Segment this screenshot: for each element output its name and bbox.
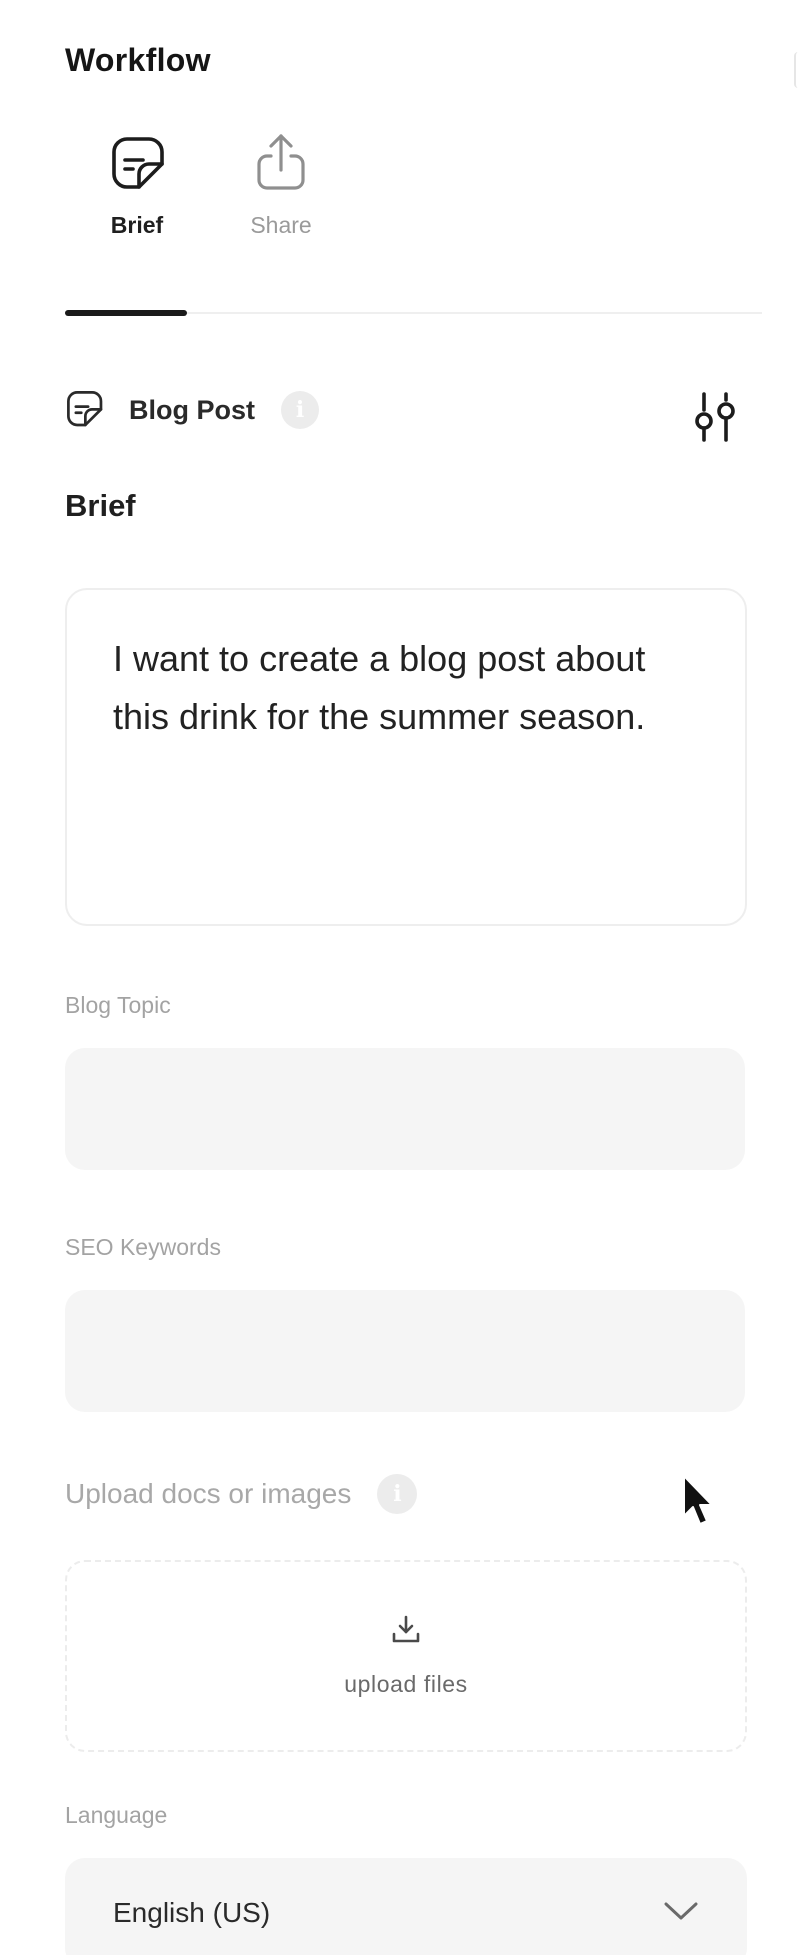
brief-textarea[interactable]: I want to create a blog post about this … [65, 588, 747, 926]
upload-dropzone[interactable]: upload files [65, 1560, 747, 1752]
panel-edge-handle [794, 52, 800, 88]
blog-topic-label: Blog Topic [65, 992, 171, 1018]
upload-files-button-label: upload files [344, 1671, 468, 1697]
brief-heading: Brief [65, 488, 136, 523]
info-icon[interactable]: i [281, 391, 319, 429]
sliders-icon[interactable] [690, 392, 740, 444]
tab-brief-label: Brief [110, 212, 164, 238]
language-label: Language [65, 1802, 168, 1828]
workflow-panel: Workflow Brief Share Blog Post i Brief I… [0, 0, 800, 1955]
upload-section-label: Upload docs or images [65, 1478, 352, 1509]
document-icon [107, 132, 167, 192]
workflow-tabs: Brief Share [65, 132, 353, 239]
doc-type-label: Blog Post [129, 394, 255, 425]
mouse-cursor-icon [680, 1474, 716, 1530]
tab-share-label: Share [250, 212, 312, 238]
active-tab-indicator [65, 310, 187, 316]
seo-keywords-input[interactable] [65, 1290, 745, 1412]
tab-brief[interactable]: Brief [65, 132, 209, 239]
panel-title: Workflow [65, 42, 211, 78]
document-icon [65, 389, 103, 432]
share-icon [251, 132, 311, 192]
tab-share[interactable]: Share [209, 132, 353, 239]
download-tray-icon [391, 1614, 421, 1649]
language-selected-value: English (US) [113, 1897, 271, 1928]
blog-topic-input[interactable] [65, 1048, 745, 1170]
upload-section-label-row: Upload docs or images i [65, 1474, 418, 1514]
seo-keywords-label: SEO Keywords [65, 1234, 221, 1260]
chevron-down-icon [663, 1900, 699, 1927]
info-icon[interactable]: i [377, 1474, 418, 1514]
language-select[interactable]: English (US) [65, 1858, 747, 1955]
doc-type-row: Blog Post i [65, 388, 319, 432]
